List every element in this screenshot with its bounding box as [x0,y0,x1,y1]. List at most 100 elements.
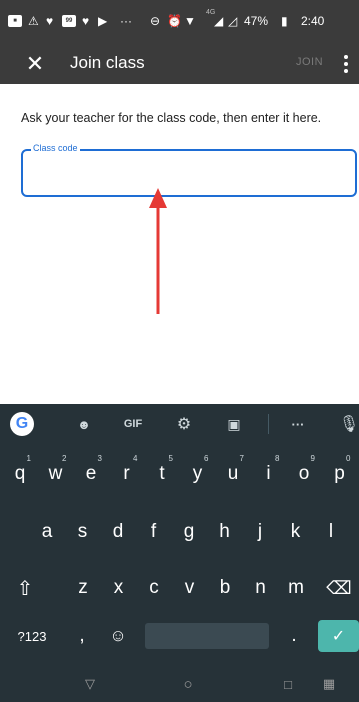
arrow-shaft [156,206,160,314]
key-b[interactable]: b [208,570,242,606]
app-bar: ✕ Join class JOIN [0,44,359,84]
key-r[interactable]: 4r [110,454,144,492]
microphone-icon[interactable]: 🎙 [339,412,359,436]
key-hint: 3 [97,454,102,463]
class-code-label: Class code [31,143,80,153]
more-options-button[interactable] [338,50,354,78]
translate-icon[interactable]: ▣ [222,412,246,436]
close-icon: ✕ [25,51,45,76]
key-v[interactable]: v [173,570,207,606]
key-i[interactable]: 8i [252,454,286,492]
key-label: w [48,463,63,484]
key-label: u [227,463,239,484]
key-label: e [85,463,97,484]
keyboard-icon[interactable]: ▦ [318,674,340,694]
toolbar-divider [268,414,269,434]
symbols-key[interactable]: ?123 [10,620,54,652]
key-q[interactable]: 1q [3,454,37,492]
class-code-input[interactable] [31,163,341,183]
key-m[interactable]: m [279,570,313,606]
emoji-key[interactable]: ☺ [106,620,130,652]
key-label: o [298,463,310,484]
location-icon: ♥ [46,14,54,28]
class-code-field[interactable]: Class code [21,143,357,197]
key-t[interactable]: 5t [145,454,179,492]
key-label: r [123,463,130,484]
key-l[interactable]: l [314,514,348,550]
key-n[interactable]: n [244,570,278,606]
more-icon[interactable]: ··· [286,412,310,436]
back-icon[interactable]: ▽ [80,674,100,694]
battery-icon: ▮ [281,14,288,28]
period-key[interactable]: . [282,620,306,652]
key-label: y [192,463,203,484]
recent-apps-icon[interactable]: □ [278,674,298,694]
key-hint: 2 [62,454,67,463]
gear-icon[interactable]: ⚙ [172,412,196,436]
key-d[interactable]: d [101,514,135,550]
key-hint: 7 [239,454,244,463]
wifi-icon: ▼ [184,14,196,28]
key-p[interactable]: 0p [323,454,357,492]
key-hint: 4 [133,454,138,463]
key-a[interactable]: a [30,514,64,550]
key-y[interactable]: 6y [181,454,215,492]
enter-key[interactable]: ✓ [318,620,359,652]
key-c[interactable]: c [137,570,171,606]
key-u[interactable]: 7u [216,454,250,492]
home-icon[interactable]: ○ [178,674,198,694]
keyboard-toolbar: G ☻ GIF ⚙ ▣ ··· 🎙 [0,404,359,444]
key-e[interactable]: 3e [74,454,108,492]
key-g[interactable]: g [172,514,206,550]
annotation-arrow [149,188,167,314]
signal-icon: ◢ [214,14,224,28]
shift-key[interactable]: ⇧ [5,572,45,604]
comma-key[interactable]: , [70,620,94,652]
key-hint: 8 [275,454,280,463]
more-notifications-icon: ··· [120,14,132,28]
message-count-icon: 99 [62,15,76,27]
key-label: q [14,463,26,484]
arrow-head [149,188,167,208]
more-dot [344,69,348,73]
key-h[interactable]: h [208,514,242,550]
key-label: i [266,463,271,484]
key-hint: 9 [310,454,315,463]
minus-circle-icon: ⊖ [150,14,161,28]
instruction-text: Ask your teacher for the class code, the… [21,111,322,125]
key-hint: 1 [26,454,31,463]
key-hint: 0 [346,454,351,463]
signal-icon: ◿ [228,14,238,28]
key-z[interactable]: z [66,570,100,606]
key-o[interactable]: 9o [287,454,321,492]
clock: 2:40 [301,14,325,28]
alarm-icon: ⏰ [167,14,182,28]
more-dot [344,55,348,59]
play-icon: ▶ [98,14,108,28]
key-s[interactable]: s [66,514,100,550]
space-key[interactable] [145,623,269,649]
alert-icon: ⚠ [28,14,39,28]
status-bar: ■ ⚠ ♥ 99 ♥ ▶ ··· ⊖ ⏰ ▼ 4G ◢ ◿ 47% ▮ 2:40 [0,0,359,44]
sticker-icon[interactable]: ☻ [72,412,96,436]
more-dot [344,62,348,66]
key-f[interactable]: f [137,514,171,550]
key-label: p [334,463,345,484]
join-button[interactable]: JOIN [296,56,323,68]
key-w[interactable]: 2w [39,454,73,492]
key-hint: 6 [204,454,209,463]
backspace-key[interactable]: ⌫ [320,572,358,604]
key-k[interactable]: k [279,514,313,550]
gif-button[interactable]: GIF [118,412,148,436]
navigation-bar: ▽ ○ □ ▦ [0,666,359,702]
location-icon: ♥ [82,14,90,28]
key-j[interactable]: j [243,514,277,550]
key-hint: 5 [168,454,173,463]
key-label: t [159,463,165,484]
page-title: Join class [70,53,145,72]
google-icon[interactable]: G [10,412,34,436]
close-button[interactable]: ✕ [22,51,48,77]
battery-percent: 47% [244,14,269,28]
key-x[interactable]: x [102,570,136,606]
app-icon: ■ [8,15,22,27]
